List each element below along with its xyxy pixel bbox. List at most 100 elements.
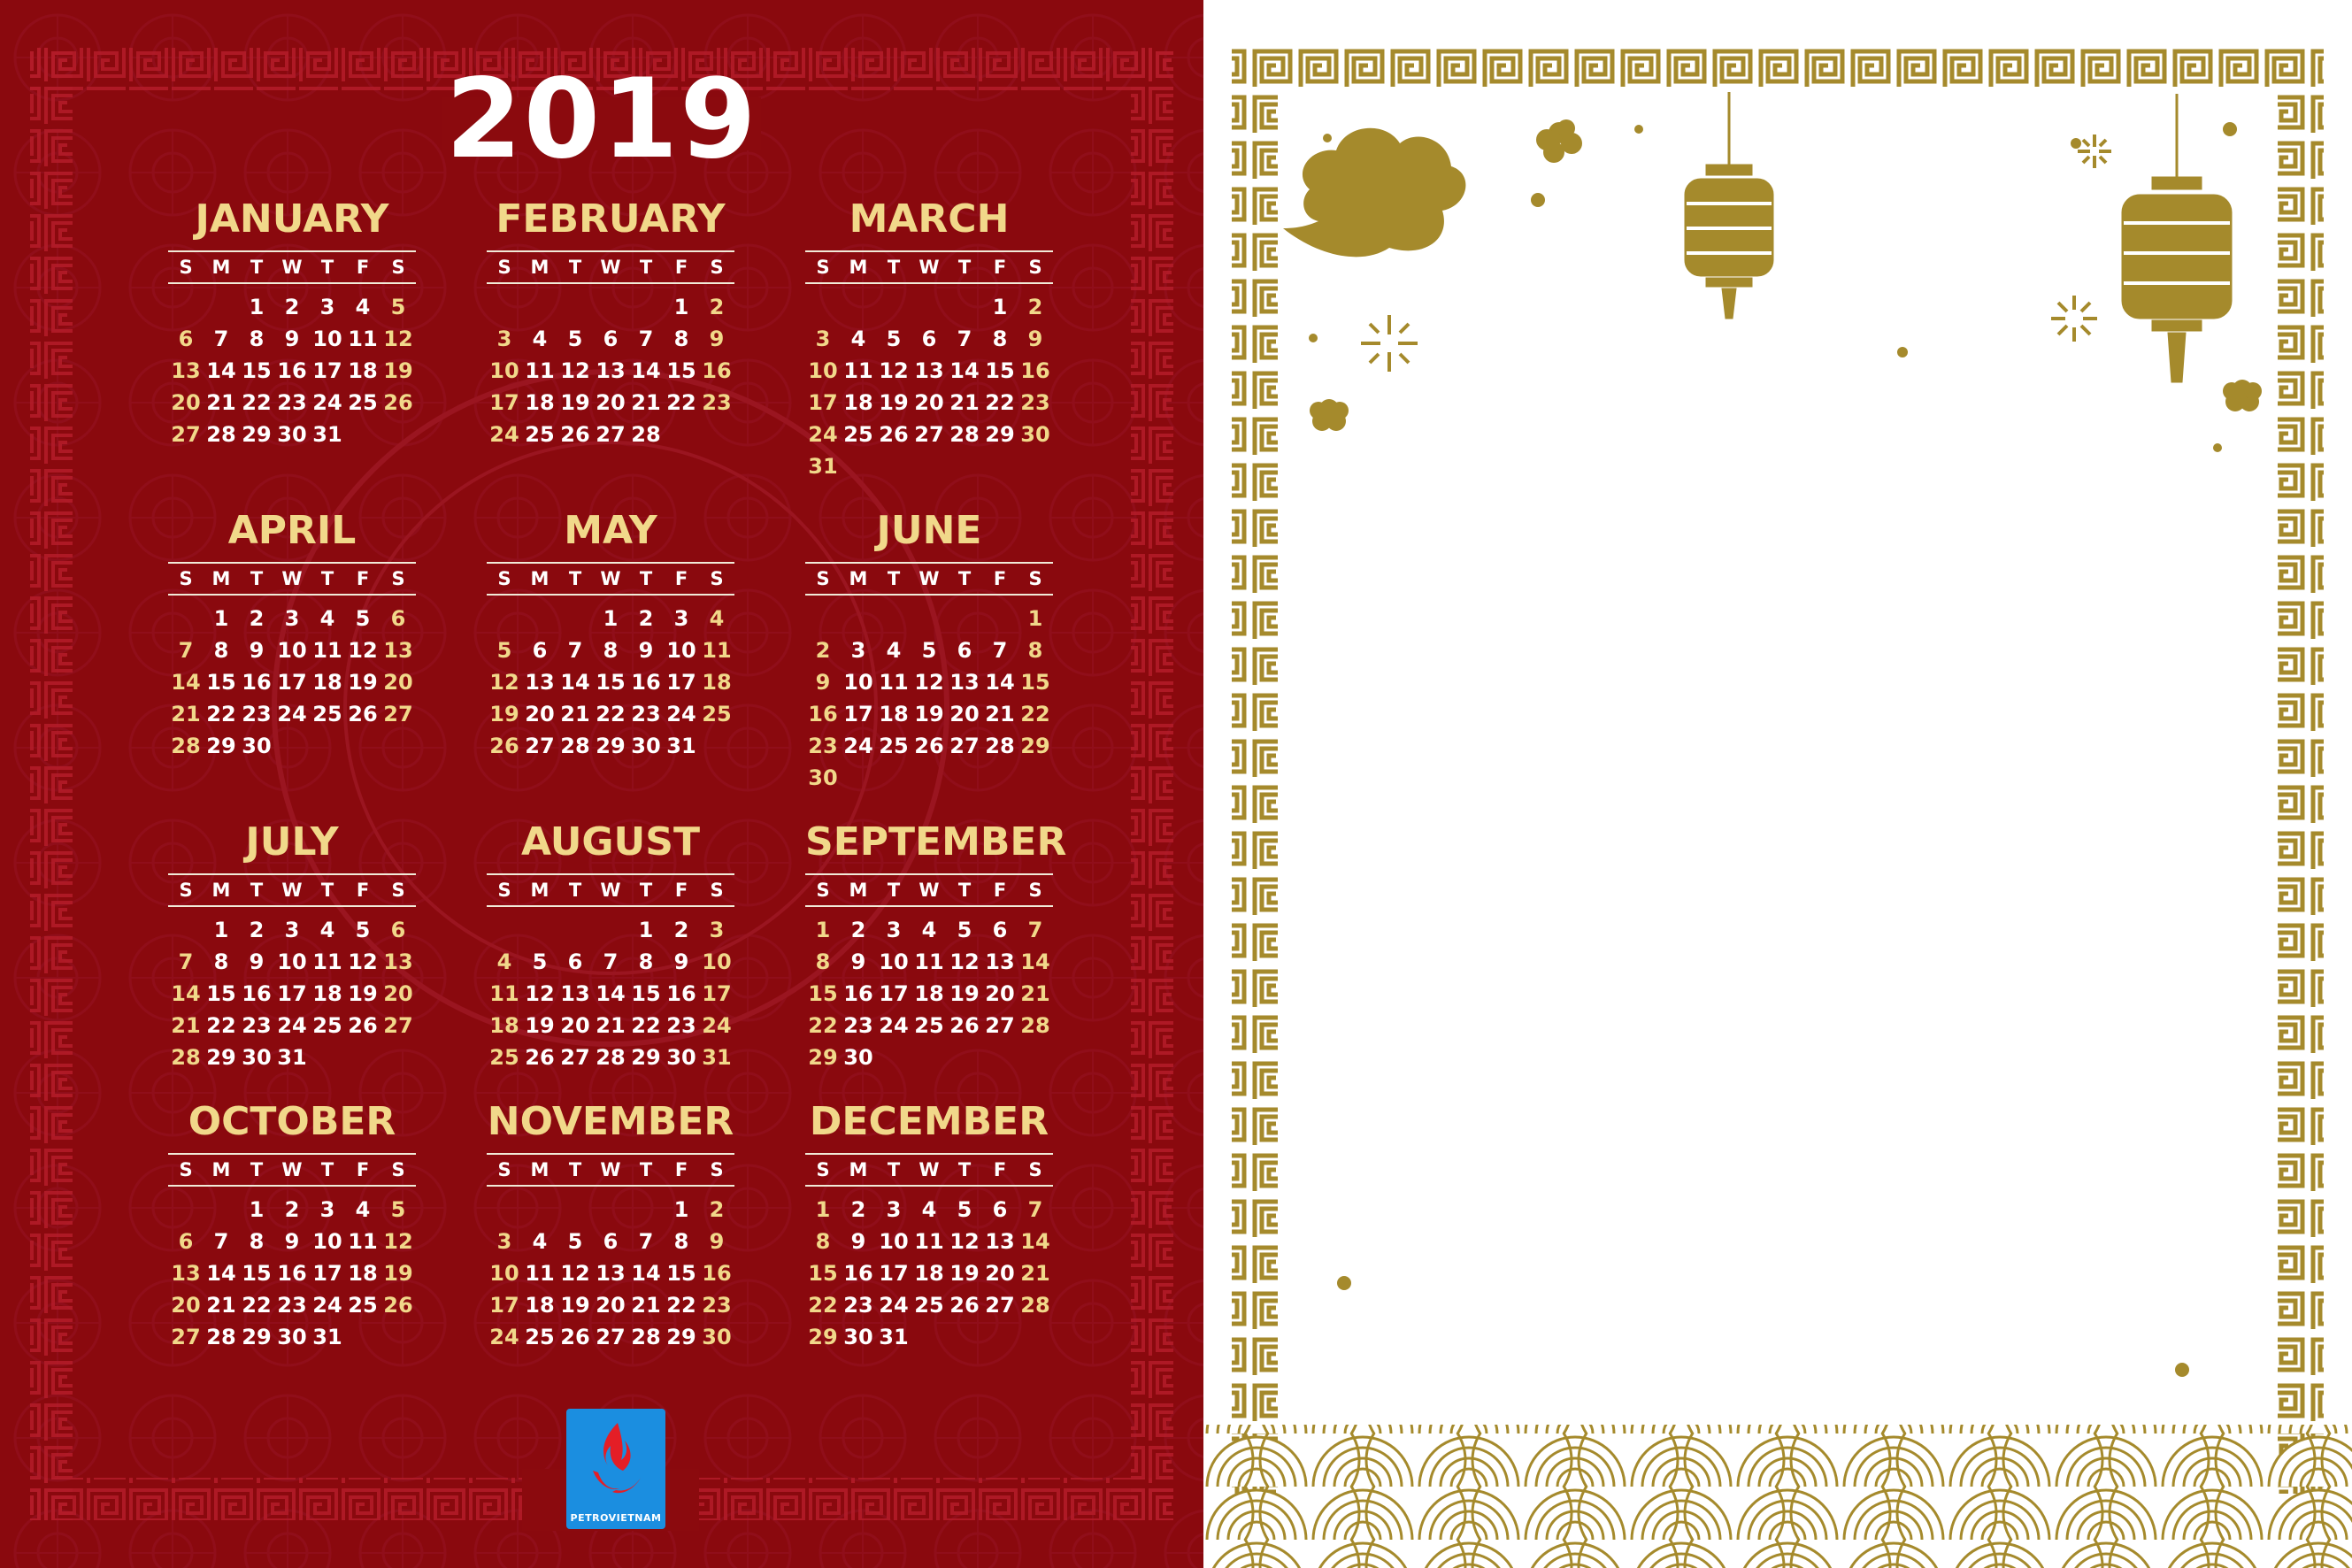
day-cell: 13 (383, 949, 413, 974)
day-cell: 11 (489, 981, 519, 1006)
day-cell: 9 (709, 1229, 725, 1254)
weekday-header: F (356, 880, 370, 901)
weekday-header: S (391, 257, 405, 278)
day-cell: 20 (560, 1013, 590, 1038)
weekday-header: W (281, 1159, 303, 1180)
day-cell: 2 (284, 295, 300, 319)
day-cell: 22 (985, 390, 1015, 415)
day-cell: 27 (560, 1045, 590, 1070)
day-cell: 4 (921, 918, 937, 942)
day-cell: 18 (312, 670, 342, 695)
day-cell: 20 (525, 702, 555, 726)
weekday-header: M (530, 1159, 550, 1180)
day-cell: 31 (808, 454, 838, 479)
day-cell: 6 (992, 1197, 1008, 1222)
day-cell: 29 (206, 734, 236, 758)
day-cell: 24 (277, 702, 307, 726)
days-grid: 1 2 3 4 5 6 7 8 9 10 11 12 13 14 15 16 17 18 19 20 21 22 23 24 2… (805, 291, 1053, 482)
day-cell: 17 (312, 358, 342, 383)
day-cell: 12 (489, 670, 519, 695)
weekday-header: T (568, 257, 582, 278)
day-cell: 21 (1020, 1261, 1050, 1286)
dot-decorations (1309, 122, 2237, 1377)
weekday-header: S (497, 1159, 511, 1180)
weekday-header: S (391, 568, 405, 589)
day-cell: 26 (949, 1013, 980, 1038)
weekday-header: S (497, 257, 511, 278)
day-cell: 12 (949, 1229, 980, 1254)
day-cell: 14 (206, 358, 236, 383)
day-cell: 24 (666, 702, 696, 726)
day-cell: 28 (171, 1045, 201, 1070)
day-cell: 10 (666, 638, 696, 663)
day-cell: 12 (348, 949, 378, 974)
day-cell: 10 (489, 1261, 519, 1286)
day-cell: 8 (1027, 638, 1043, 663)
day-cell: 25 (525, 1325, 555, 1349)
day-cell: 20 (914, 390, 944, 415)
day-cell: 21 (1020, 981, 1050, 1006)
day-cell: 12 (560, 358, 590, 383)
day-cell: 9 (284, 327, 300, 351)
month-name: JULY (245, 819, 339, 865)
day-cell: 10 (702, 949, 732, 974)
day-cell: 24 (879, 1013, 909, 1038)
wave-scale-icon (1203, 1425, 2352, 1568)
day-cell: 19 (525, 1013, 555, 1038)
day-cell: 28 (631, 422, 661, 447)
day-cell: 14 (1020, 949, 1050, 974)
day-cell: 16 (808, 702, 838, 726)
day-cell: 1 (673, 1197, 689, 1222)
day-cell: 30 (843, 1045, 873, 1070)
month-name: DECEMBER (809, 1099, 1049, 1144)
day-cell: 30 (242, 1045, 272, 1070)
day-cell: 1 (249, 295, 265, 319)
decorative-frame (1203, 42, 2352, 1568)
day-cell: 9 (1027, 327, 1043, 351)
day-cell: 18 (489, 1013, 519, 1038)
weekday-header: T (250, 568, 264, 589)
day-cell: 18 (525, 390, 555, 415)
day-cell: 8 (815, 1229, 831, 1254)
day-cell: 30 (666, 1045, 696, 1070)
day-cell: 30 (242, 734, 272, 758)
day-cell: 19 (348, 670, 378, 695)
lantern-icon (1684, 92, 2233, 383)
day-cell: 11 (914, 949, 944, 974)
day-cell: 21 (171, 1013, 201, 1038)
day-cell: 7 (603, 949, 619, 974)
day-cell: 14 (1020, 1229, 1050, 1254)
day-cell: 15 (1020, 670, 1050, 695)
weekday-header: T (250, 1159, 264, 1180)
day-cell: 9 (284, 1229, 300, 1254)
day-cell: 18 (914, 1261, 944, 1286)
day-cell: 21 (560, 702, 590, 726)
day-cell: 10 (879, 949, 909, 974)
day-cell: 16 (843, 1261, 873, 1286)
day-cell: 27 (949, 734, 980, 758)
day-cell: 5 (886, 327, 902, 351)
day-cell: 19 (383, 1261, 413, 1286)
day-cell: 14 (949, 358, 980, 383)
weekday-header: W (281, 568, 303, 589)
day-cell: 14 (206, 1261, 236, 1286)
day-cell: 31 (666, 734, 696, 758)
weekday-header: W (919, 1159, 940, 1180)
month-august: AUGUST S M T W T F S 1 2 3 4 5 6 7 8 9 10 11 12 13 14 15 16 17 18… (487, 818, 734, 1073)
weekday-header: M (530, 880, 550, 901)
flame-logo-icon (593, 1423, 641, 1494)
day-cell: 15 (242, 1261, 272, 1286)
day-cell: 28 (949, 422, 980, 447)
weekday-header: T (320, 880, 334, 901)
calendar-panel: 2019 JANUARY S M T W T F S 1 2 3 4 5 6 7 8 9 10 11 12 13 14 15… (0, 0, 1203, 1568)
day-cell: 12 (949, 949, 980, 974)
day-cell: 25 (312, 1013, 342, 1038)
day-cell: 22 (808, 1293, 838, 1318)
day-cell: 10 (277, 638, 307, 663)
day-cell: 8 (603, 638, 619, 663)
weekday-header-row: SMTWTFS (168, 562, 416, 596)
day-cell: 3 (886, 918, 902, 942)
weekday-header: W (600, 880, 621, 901)
weekday-header: T (887, 1159, 901, 1180)
petrovietnam-logo: PETROVIETNAM (566, 1409, 665, 1529)
